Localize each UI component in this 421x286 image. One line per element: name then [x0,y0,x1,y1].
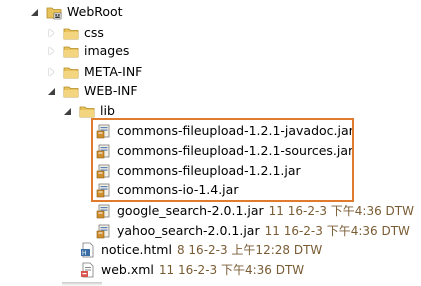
tree-item-web-inf[interactable]: WEB-INF [47,81,138,101]
jar-icon [96,203,112,219]
expanded-arrow-icon[interactable] [47,86,57,96]
tree-item-label: yahoo_search-2.0.1.jar [117,223,260,238]
tree-item-decoration: 11 16-2-3 下午4:36 DTW [158,263,305,277]
next-row-fragment [62,282,102,286]
tree-item-notice-html[interactable]: H notice.html 8 16-2-3 上午12:28 DTW [80,240,322,260]
tree-item-label: web.xml [101,262,154,277]
web-folder-icon [46,4,62,20]
svg-text:H: H [82,250,87,257]
folder-icon [63,83,79,99]
tree-item-label: css [84,25,104,40]
collapsed-arrow-icon[interactable] [47,46,57,56]
xml-file-icon [80,262,96,278]
tree-item-decoration: 8 16-2-3 上午12:28 DTW [176,243,323,257]
collapsed-arrow-icon[interactable] [47,67,57,77]
folder-icon [63,43,79,59]
tree-item-images[interactable]: images [47,41,129,61]
tree-item-css[interactable]: css [47,23,104,43]
expanded-arrow-icon[interactable] [30,7,40,17]
tree-item-webroot[interactable]: WebRoot [30,2,123,22]
tree-item-decoration: 11 16-2-3 下午4:36 DTW [264,224,410,238]
folder-icon [63,25,79,41]
tree-item-label: WebRoot [67,4,123,19]
highlight-annotation-box [91,118,354,202]
tree-item-label: google_search-2.0.1.jar [117,203,264,218]
html-file-icon: H [80,242,96,258]
tree-item-label: META-INF [84,64,143,79]
tree-item-meta-inf[interactable]: META-INF [47,62,142,82]
collapsed-arrow-icon[interactable] [47,28,57,38]
tree-item-jar[interactable]: yahoo_search-2.0.1.jar 11 16-2-3 下午4:36 … [96,221,410,241]
tree-item-web-xml[interactable]: web.xml 11 16-2-3 下午4:36 DTW [80,260,304,280]
tree-item-decoration: 11 16-2-3 下午4:36 DTW [268,204,414,218]
folder-icon [79,103,95,119]
tree-item-label: images [84,43,130,58]
tree-item-jar[interactable]: google_search-2.0.1.jar 11 16-2-3 下午4:36… [96,201,414,221]
expanded-arrow-icon[interactable] [63,106,73,116]
jar-icon [96,223,112,239]
project-explorer-tree: WebRoot css images META-INF WEB-INF lib … [0,0,421,286]
tree-item-label: WEB-INF [84,83,138,98]
tree-item-label: notice.html [101,242,172,257]
folder-icon [63,64,79,80]
